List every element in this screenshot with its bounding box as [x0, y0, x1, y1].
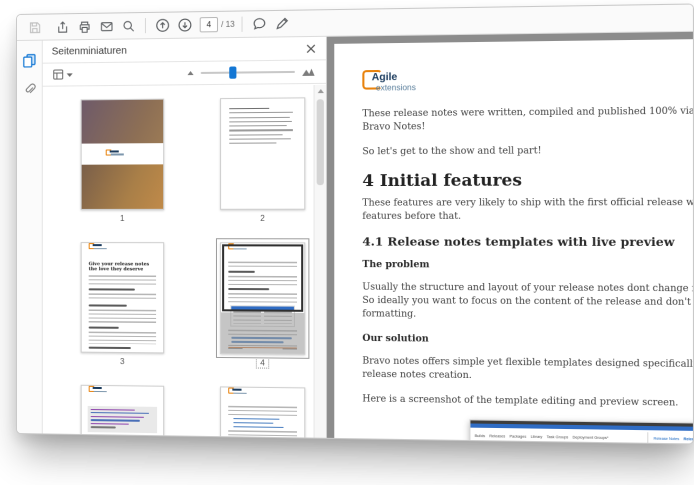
thumbnails-panel: Seitenminiaturen — [43, 37, 327, 438]
thumbnail-page-4-selected[interactable] — [220, 242, 305, 354]
thumbnail-page-5[interactable] — [81, 385, 164, 438]
previous-page-button[interactable] — [151, 15, 173, 36]
doc-paragraph: So let's get to the show and tell part! — [362, 144, 694, 159]
cover-gradient-top — [82, 100, 163, 144]
fill-sign-button[interactable] — [271, 13, 294, 34]
comment-button[interactable] — [248, 14, 271, 35]
doc-paragraph: These features are very likely to ship w… — [362, 197, 694, 224]
arrow-up-circle-icon — [155, 18, 170, 33]
embedded-screenshot: Builds Releases Packages Library Task Groups… — [469, 419, 694, 444]
share-button[interactable] — [52, 17, 74, 37]
envelope-icon — [100, 19, 114, 33]
cover-gradient-bottom — [82, 164, 163, 209]
panel-options-row — [43, 60, 326, 86]
toc-lines — [229, 108, 296, 145]
email-button[interactable] — [96, 16, 118, 36]
save-button[interactable] — [24, 17, 46, 37]
thumbnail-label-3: 3 — [81, 357, 164, 367]
agile-extensions-logo: Agile extensions — [362, 64, 694, 99]
problem-label: The problem — [362, 259, 694, 273]
thumb3-title: Give your release notes the love they de… — [89, 262, 156, 273]
pen-icon — [274, 16, 289, 32]
doc-paragraph: Here is a screenshot of the template edi… — [362, 393, 694, 411]
doc-heading-2: 4.1 Release notes templates with live pr… — [362, 235, 694, 249]
attachments-paperclip-icon[interactable] — [22, 82, 36, 96]
thumbnail-page-1[interactable] — [81, 99, 164, 210]
screenshot-nav-item: Task Groups — [547, 431, 569, 445]
toolbar-divider — [242, 17, 243, 32]
thumbnail-size-slider — [187, 68, 315, 77]
arrow-down-circle-icon — [177, 17, 192, 32]
doc-paragraph: These release notes were written, compil… — [362, 105, 694, 134]
doc-paragraph: Usually the structure and layout of your… — [362, 281, 694, 323]
print-button[interactable] — [74, 16, 96, 36]
grid-options-icon — [53, 68, 65, 80]
text-lines — [89, 275, 156, 285]
page-total-label: / 13 — [221, 20, 235, 29]
pdf-viewer-window: 4 / 13 Seitenminiaturen — [16, 3, 694, 444]
toolbar-divider — [145, 18, 146, 33]
doc-heading-1: 4 Initial features — [362, 173, 694, 188]
thumbnail-label-4: 4 — [220, 358, 305, 368]
slider-handle[interactable] — [229, 66, 236, 78]
search-icon — [122, 19, 136, 33]
upload-icon — [56, 20, 70, 34]
caret-down-icon — [67, 72, 73, 77]
thumbs-smaller-icon[interactable] — [187, 71, 193, 75]
screenshot-nav-item: Library — [531, 431, 543, 445]
thumbnail-page-2[interactable] — [220, 97, 305, 209]
solution-label: Our solution — [362, 333, 694, 349]
text-lines — [228, 406, 297, 416]
panel-header: Seitenminiaturen — [43, 37, 326, 64]
left-rail — [17, 41, 43, 434]
thumbnail-page-3[interactable]: Give your release notes the love they de… — [81, 242, 164, 353]
mini-logo — [106, 149, 136, 158]
close-icon[interactable] — [305, 43, 316, 54]
save-icon — [28, 20, 42, 34]
thumbs-larger-icon[interactable] — [302, 68, 315, 75]
screenshot-nav-item: Builds — [475, 430, 485, 444]
panel-title: Seitenminiaturen — [52, 43, 306, 57]
page-number-input[interactable]: 4 — [200, 17, 218, 32]
screenshot-nav-item: Release Notes — [684, 432, 694, 444]
cover-logo-band — [82, 143, 163, 164]
thumbnail-grid: 1 2 — [43, 85, 314, 438]
thumbnail-label-2: 2 — [220, 214, 305, 223]
logo-sub: extensions — [376, 81, 416, 95]
scroll-up-icon[interactable] — [318, 89, 324, 93]
thumbnails-scrollbar[interactable] — [314, 85, 326, 438]
hidden-area-mask — [221, 312, 304, 353]
doc-paragraph: Bravo notes offers simple yet flexible t… — [362, 355, 694, 385]
thumbnail-label-1: 1 — [81, 214, 164, 223]
screenshot-nav-item: Deployment Groups* — [573, 431, 609, 444]
scrollbar-thumb[interactable] — [317, 99, 324, 185]
comment-bubble-icon — [252, 16, 267, 31]
thumbnail-page-6[interactable] — [220, 386, 305, 437]
search-button[interactable] — [118, 16, 140, 36]
screenshot-nav-item: Release Notes — [647, 432, 679, 444]
screenshot-nav-item: Releases — [489, 430, 505, 444]
document-area: Agile extensions These release notes wer… — [327, 32, 693, 444]
page-view-box — [222, 244, 303, 311]
next-page-button[interactable] — [173, 15, 195, 36]
screenshot-nav-item: Packages — [509, 430, 526, 444]
slider-track[interactable] — [201, 71, 295, 74]
scene: 4 / 13 Seitenminiaturen — [0, 0, 694, 485]
screenshot-nav: Builds Releases Packages Library Task Groups… — [470, 427, 694, 444]
printer-icon — [78, 19, 92, 33]
document-page: Agile extensions These release notes wer… — [334, 39, 694, 444]
page-thumbnails-icon[interactable] — [22, 53, 37, 68]
code-block — [88, 406, 157, 434]
thumbnail-options-button[interactable] — [53, 68, 73, 80]
